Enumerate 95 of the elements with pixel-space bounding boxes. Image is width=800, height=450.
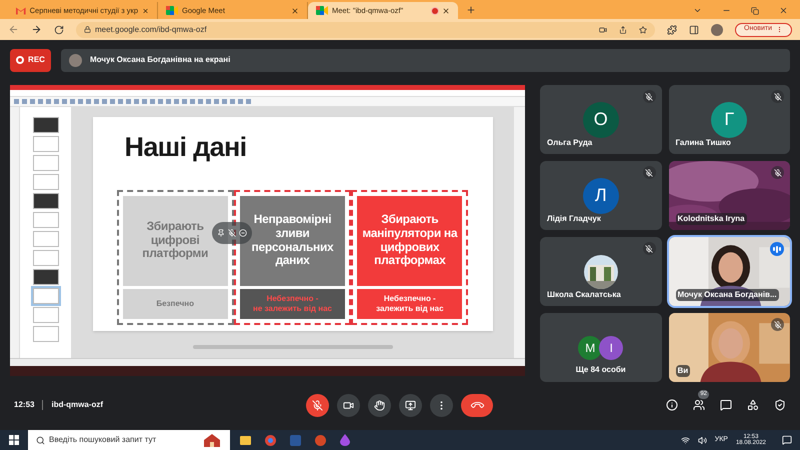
host-controls-icon[interactable] (774, 399, 786, 411)
verdict-text: Небезпечно - не залежить від нас (253, 294, 332, 314)
avatar: Г (711, 102, 748, 138)
extensions-icon[interactable] (667, 24, 678, 34)
close-icon[interactable] (779, 6, 788, 15)
participant-tile[interactable]: Мочук Оксана Богданів... (668, 237, 790, 306)
verdict-text: Небезпечно - залежить від нас (376, 294, 444, 314)
camera-icon[interactable] (599, 26, 608, 34)
video-camera-icon (166, 6, 178, 15)
mail-icon (16, 6, 26, 15)
raise-hand-button[interactable] (368, 394, 391, 416)
participant-tile[interactable]: Ви (668, 313, 790, 382)
participant-name: Лідія Гладчук (547, 213, 601, 225)
meeting-code: ibd-qmwa-ozf (51, 399, 104, 411)
presenter-avatar (69, 54, 82, 66)
present-button[interactable] (399, 394, 422, 416)
mic-button[interactable] (306, 394, 329, 416)
slide-thumbnail[interactable] (32, 250, 58, 266)
chat-icon[interactable] (720, 399, 732, 411)
wifi-icon[interactable] (680, 436, 690, 444)
address-bar[interactable]: meet.google.com/ibd-qmwa-ozf (76, 22, 656, 38)
rec-badge: REC (10, 48, 51, 72)
leave-call-button[interactable] (461, 394, 493, 416)
slide-thumbnail[interactable] (32, 307, 58, 323)
slide-thumbnail[interactable] (32, 136, 58, 152)
close-icon[interactable] (442, 6, 450, 14)
avatar: О (582, 102, 619, 138)
participant-tile[interactable]: Kolodnitska Iryna (668, 161, 790, 230)
participant-name: Kolodnitska Iryna (676, 213, 747, 225)
card-text: Неправомірні зливи персональних даних (252, 212, 334, 268)
hand-icon (374, 400, 385, 410)
slide-thumbnail[interactable] (32, 212, 58, 228)
close-icon[interactable] (291, 6, 299, 14)
remove-icon[interactable] (239, 229, 247, 237)
mute-icon[interactable] (228, 229, 236, 237)
more-icon (776, 26, 783, 33)
restore-icon[interactable] (751, 6, 759, 14)
participant-tile[interactable]: Л Лідія Гладчук (540, 161, 662, 230)
lock-icon (84, 26, 91, 33)
avatar: I (599, 336, 624, 360)
folder-icon[interactable] (240, 436, 251, 444)
verdict-text: Безпечно (156, 298, 194, 308)
avatar: Л (582, 178, 619, 214)
reload-icon[interactable] (54, 24, 64, 34)
side-panel-icon[interactable] (689, 24, 700, 34)
share-icon[interactable] (619, 26, 628, 34)
volume-icon[interactable] (698, 436, 707, 444)
participant-name: Школа Скалатська (547, 289, 621, 301)
card-text: Збирають маніпулятори на цифрових платформах (362, 212, 458, 268)
participant-name: Галина Тишко (676, 137, 731, 149)
notifications-icon[interactable] (782, 435, 792, 445)
pin-icon[interactable] (217, 229, 225, 237)
present-icon (405, 400, 416, 410)
slide-thumbnail[interactable] (32, 117, 58, 133)
slide-thumbnail[interactable] (32, 193, 58, 209)
meeting-time: 12:53 (14, 399, 34, 411)
close-icon[interactable] (142, 6, 149, 14)
slide-thumbnail[interactable] (32, 174, 58, 190)
card-text: Збирають цифрові платформи (142, 220, 208, 262)
slide-thumbnail[interactable] (32, 326, 58, 342)
slide-thumbnail[interactable] (32, 155, 58, 171)
slide-thumbnail[interactable] (32, 269, 58, 285)
profile-avatar[interactable] (711, 24, 724, 36)
record-icon (16, 56, 24, 64)
people-icon[interactable] (693, 399, 705, 411)
new-tab-icon[interactable] (466, 5, 476, 15)
video-camera-icon (316, 6, 328, 15)
camera-button[interactable] (337, 394, 360, 416)
slide-title: Наші дані (124, 131, 248, 164)
participant-tile[interactable]: О Ольга Руда (540, 85, 662, 154)
search-icon (36, 436, 45, 444)
participant-name: Мочук Оксана Богданів... (676, 289, 779, 301)
forward-icon[interactable] (31, 24, 42, 35)
more-button[interactable] (430, 394, 453, 416)
taskbar-search-field[interactable]: Введіть пошуковий запит тут (28, 430, 230, 450)
drop-icon[interactable] (340, 434, 350, 446)
house-icon (202, 433, 222, 447)
participant-tile[interactable]: Школа Скалатська (540, 237, 662, 306)
bookmark-icon[interactable] (639, 26, 648, 34)
camera-icon (343, 400, 354, 410)
participant-tile[interactable]: Г Галина Тишко (668, 85, 790, 154)
avatar: M (578, 336, 602, 360)
info-icon[interactable] (666, 399, 678, 411)
slide-thumbnail[interactable] (32, 288, 58, 304)
url-text: meet.google.com/ibd-qmwa-ozf (95, 24, 208, 36)
slide-thumbnail[interactable] (32, 231, 58, 247)
participant-tile[interactable]: M I Ще 84 особи (540, 313, 662, 382)
activities-icon[interactable] (747, 399, 759, 411)
participant-name: Ще 84 особи (574, 364, 627, 376)
presenter-text: Мочук Оксана Богданівна на екрані (90, 54, 230, 66)
participant-name: Ольга Руда (547, 137, 592, 149)
windows-icon[interactable] (9, 435, 19, 445)
mic-off-icon (312, 400, 323, 410)
chevron-icon[interactable] (693, 6, 702, 15)
search-placeholder: Введіть пошуковий запит тут (49, 434, 158, 446)
